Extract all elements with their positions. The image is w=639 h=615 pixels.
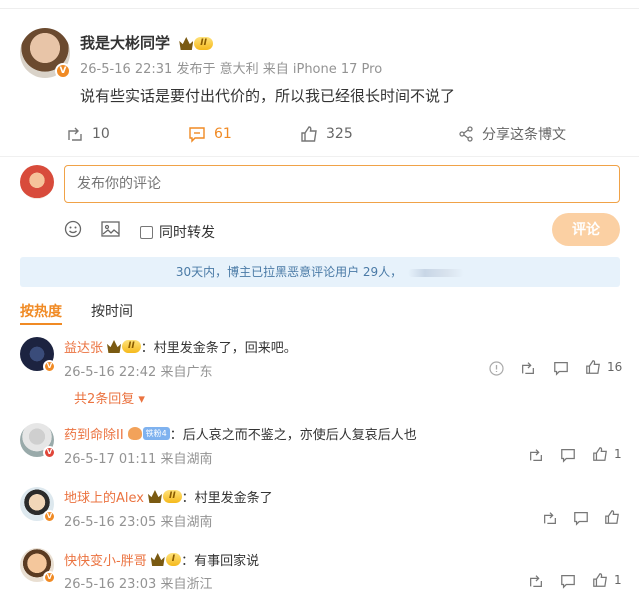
view-replies-link[interactable]: 共2条回复 ▾ bbox=[74, 388, 145, 407]
comment-like-button[interactable] bbox=[604, 509, 620, 525]
comment-meta: 26-5-16 22:42 来自广东 bbox=[64, 365, 213, 380]
comment-button[interactable]: 61 bbox=[188, 122, 232, 146]
comment-icon[interactable] bbox=[573, 510, 589, 526]
notice-text: 30天内，博主已拉黑恶意评论用户 29人， bbox=[175, 265, 403, 279]
comment-body: 药到命除II 铁粉4 ：后人哀之而不鉴之，亦使后人复哀后人也 bbox=[64, 424, 417, 443]
post-meta: 26-5-16 22:31 发布于 意大利 来自 iPhone 17 Pro bbox=[80, 62, 383, 77]
membership-level: II bbox=[194, 37, 213, 50]
like-button[interactable]: 325 bbox=[300, 122, 353, 146]
fan-heart-icon bbox=[127, 427, 142, 440]
repost-icon[interactable] bbox=[542, 510, 558, 526]
comment-icon[interactable] bbox=[553, 360, 569, 376]
repost-button[interactable]: 10 bbox=[66, 122, 110, 146]
comment-icon bbox=[189, 127, 205, 143]
thumbs-up-icon bbox=[593, 573, 607, 587]
commenter-name[interactable]: 益达张 bbox=[64, 337, 103, 356]
commenter-avatar[interactable]: V bbox=[20, 423, 56, 459]
repost-icon[interactable] bbox=[520, 360, 536, 376]
author-name[interactable]: 我是大彬同学 bbox=[80, 34, 170, 52]
repost-checkbox[interactable]: 同时转发 bbox=[140, 222, 215, 242]
tab-sort-hot[interactable]: 按热度 bbox=[20, 301, 62, 321]
repost-count: 10 bbox=[92, 126, 110, 142]
thumbs-up-icon bbox=[593, 447, 607, 461]
verified-icon: V bbox=[43, 446, 56, 459]
repost-checkbox-label: 同时转发 bbox=[159, 225, 215, 241]
repost-icon[interactable] bbox=[528, 447, 544, 463]
crown-icon bbox=[150, 553, 165, 566]
fan-badge[interactable]: 铁粉4 bbox=[127, 426, 170, 441]
commenter-name[interactable]: 地球上的Alex bbox=[64, 487, 144, 506]
membership-level: II bbox=[162, 490, 182, 503]
blocked-users-notice: 30天内，博主已拉黑恶意评论用户 29人， bbox=[20, 257, 620, 287]
comment-icon[interactable] bbox=[560, 573, 576, 589]
author-name-row: 我是大彬同学 II bbox=[80, 32, 213, 53]
crown-icon bbox=[107, 340, 122, 353]
replies-label: 共2条回复 bbox=[74, 392, 135, 407]
comment-like-button[interactable]: 16 bbox=[585, 359, 622, 375]
comment-body: 快快变小-胖哥 I ：有事回家说 bbox=[64, 550, 259, 569]
comment-like-button[interactable]: 1 bbox=[592, 572, 622, 588]
my-avatar[interactable] bbox=[20, 165, 54, 199]
top-divider bbox=[0, 8, 639, 9]
comment-icon[interactable] bbox=[560, 447, 576, 463]
report-icon[interactable] bbox=[489, 361, 504, 376]
chevron-down-icon: ▾ bbox=[138, 392, 145, 407]
section-divider bbox=[0, 156, 639, 157]
membership-level: I bbox=[165, 553, 182, 566]
comment-text: ：村里发金条了，回来吧。 bbox=[140, 341, 297, 356]
comment-meta: 26-5-17 01:11 来自湖南 bbox=[64, 452, 213, 467]
fan-level: 铁粉4 bbox=[142, 427, 170, 440]
repost-icon[interactable] bbox=[528, 573, 544, 589]
comment-text: ：有事回家说 bbox=[181, 554, 260, 569]
membership-badge[interactable]: II bbox=[179, 36, 213, 51]
commenter-name[interactable]: 快快变小-胖哥 bbox=[64, 550, 147, 569]
blurred-link[interactable] bbox=[408, 268, 465, 277]
thumbs-up-icon bbox=[301, 126, 317, 142]
checkbox-box[interactable] bbox=[140, 225, 153, 239]
repost-icon bbox=[68, 127, 82, 141]
comment-body: 益达张 II ：村里发金条了，回来吧。 bbox=[64, 337, 297, 356]
verified-icon: V bbox=[43, 360, 56, 373]
like-count: 325 bbox=[326, 126, 353, 142]
comment-meta: 26-5-16 23:05 来自湖南 bbox=[64, 515, 213, 530]
verified-icon: V bbox=[55, 63, 71, 79]
commenter-avatar[interactable]: V bbox=[20, 548, 56, 584]
comment-like-count: 16 bbox=[607, 360, 623, 374]
membership-badge[interactable]: I bbox=[150, 552, 182, 567]
active-tab-indicator bbox=[20, 323, 62, 325]
comment-input[interactable] bbox=[64, 165, 620, 203]
share-icon bbox=[459, 126, 473, 142]
share-label: 分享这条博文 bbox=[482, 127, 566, 143]
commenter-name[interactable]: 药到命除II bbox=[64, 424, 124, 443]
post-action-bar: 10 61 325 分享这条博文 bbox=[0, 122, 639, 146]
commenter-avatar[interactable]: V bbox=[20, 487, 56, 523]
tab-sort-time[interactable]: 按时间 bbox=[91, 301, 133, 321]
comment-body: 地球上的Alex II ：村里发金条了 bbox=[64, 487, 273, 506]
image-icon[interactable] bbox=[101, 220, 120, 238]
comment-text: ：村里发金条了 bbox=[181, 491, 273, 506]
thumbs-up-icon bbox=[586, 360, 600, 374]
verified-icon: V bbox=[43, 571, 56, 584]
comment-like-count: 1 bbox=[614, 573, 622, 587]
thumbs-up-icon bbox=[605, 510, 619, 524]
comment-like-button[interactable]: 1 bbox=[592, 446, 622, 462]
comment-count: 61 bbox=[214, 126, 232, 142]
crown-icon bbox=[179, 37, 194, 50]
membership-level: II bbox=[122, 340, 141, 353]
comment-meta: 26-5-16 23:03 来自浙江 bbox=[64, 577, 213, 592]
submit-comment-button[interactable]: 评论 bbox=[552, 213, 620, 246]
share-button[interactable]: 分享这条博文 bbox=[458, 122, 566, 146]
author-avatar[interactable]: V bbox=[20, 28, 71, 79]
comment-text: ：后人哀之而不鉴之，亦使后人复哀后人也 bbox=[169, 428, 417, 443]
comment-like-count: 1 bbox=[614, 447, 622, 461]
commenter-avatar[interactable]: V bbox=[20, 337, 56, 373]
crown-icon bbox=[147, 490, 162, 503]
membership-badge[interactable]: II bbox=[147, 489, 182, 504]
post-text: 说有些实话是要付出代价的，所以我已经很长时间不说了 bbox=[80, 87, 456, 105]
emoji-icon[interactable] bbox=[64, 220, 82, 238]
membership-badge[interactable]: II bbox=[107, 339, 141, 354]
verified-icon: V bbox=[43, 510, 56, 523]
